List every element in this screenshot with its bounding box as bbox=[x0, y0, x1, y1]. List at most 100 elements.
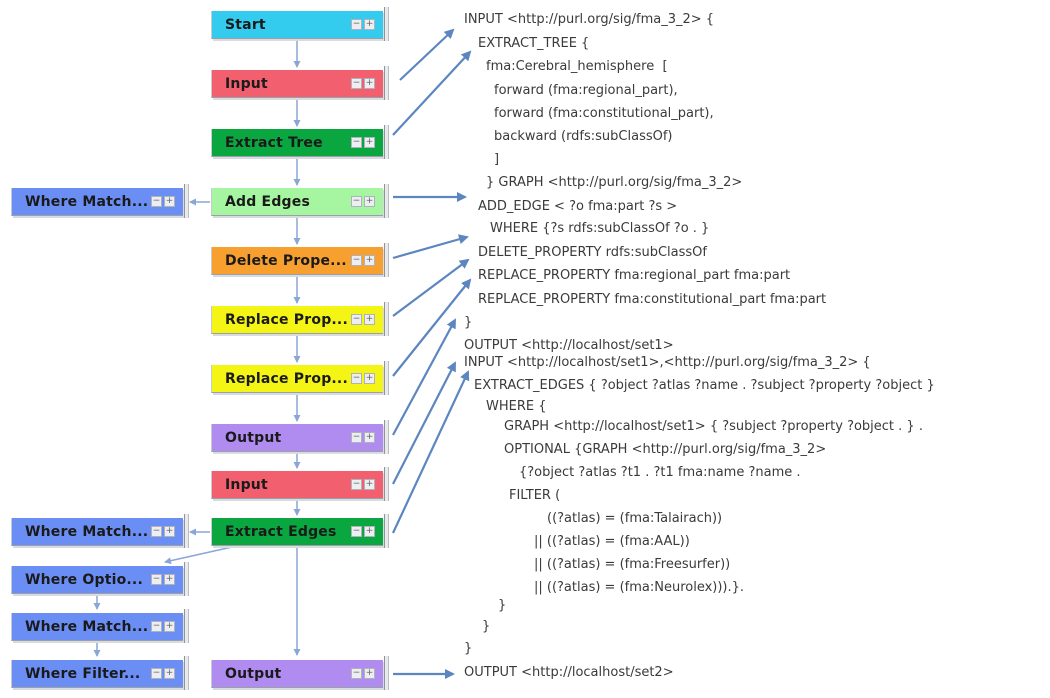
code-line: EXTRACT_EDGES { ?object ?atlas ?name . ?… bbox=[474, 378, 935, 393]
node-label: Where Match... bbox=[25, 619, 149, 635]
code-line: FILTER ( bbox=[509, 488, 561, 503]
expand-button[interactable]: + bbox=[364, 19, 375, 30]
node-label: Extract Tree bbox=[225, 135, 323, 151]
node-where-clause[interactable]: Where Optio... − + bbox=[11, 562, 189, 596]
code-link-arrow bbox=[392, 370, 470, 534]
expand-button[interactable]: + bbox=[364, 668, 375, 679]
collapse-button[interactable]: − bbox=[351, 19, 362, 30]
node-replace[interactable]: Replace Prop... − + bbox=[211, 361, 389, 395]
code-line: INPUT <http://purl.org/sig/fma_3_2> { bbox=[464, 12, 715, 27]
node-label: Where Match... bbox=[25, 194, 149, 210]
expand-button[interactable]: + bbox=[164, 196, 175, 207]
collapse-button[interactable]: − bbox=[351, 479, 362, 490]
code-line: || ((?atlas) = (fma:Freesurfer)) bbox=[534, 557, 731, 572]
code-line: forward (fma:constitutional_part), bbox=[494, 106, 714, 121]
node-where-clause[interactable]: Where Match... − + bbox=[11, 184, 189, 218]
node-label: Add Edges bbox=[225, 194, 310, 210]
expand-button[interactable]: + bbox=[364, 314, 375, 325]
code-line: REPLACE_PROPERTY fma:constitutional_part… bbox=[478, 292, 827, 307]
node-input[interactable]: Input − + bbox=[211, 66, 389, 100]
code-line: forward (fma:regional_part), bbox=[494, 83, 678, 98]
expand-button[interactable]: + bbox=[364, 432, 375, 443]
where-connector bbox=[164, 546, 233, 565]
expand-button[interactable]: + bbox=[164, 574, 175, 585]
expand-button[interactable]: + bbox=[364, 78, 375, 89]
collapse-button[interactable]: − bbox=[351, 196, 362, 207]
collapse-button[interactable]: − bbox=[151, 621, 162, 632]
expand-button[interactable]: + bbox=[364, 479, 375, 490]
expand-button[interactable]: + bbox=[164, 526, 175, 537]
code-link-arrow bbox=[392, 50, 472, 136]
collapse-button[interactable]: − bbox=[151, 574, 162, 585]
code-line: } bbox=[498, 598, 507, 613]
code-line: || ((?atlas) = (fma:Neurolex))).}. bbox=[534, 580, 745, 595]
collapse-button[interactable]: − bbox=[351, 314, 362, 325]
code-line: DELETE_PROPERTY rdfs:subClassOf bbox=[478, 245, 707, 260]
code-line: || ((?atlas) = (fma:AAL)) bbox=[534, 534, 690, 549]
code-line: WHERE { bbox=[486, 399, 547, 414]
node-extract[interactable]: Extract Tree − + bbox=[211, 125, 389, 159]
node-output[interactable]: Output − + bbox=[211, 656, 389, 690]
code-line: fma:Cerebral_hemisphere [ bbox=[486, 59, 668, 74]
code-line: ((?atlas) = (fma:Talairach)) bbox=[547, 511, 723, 526]
node-label: Output bbox=[225, 430, 282, 446]
node-label: Output bbox=[225, 666, 282, 682]
code-line: INPUT <http://localhost/set1>,<http://pu… bbox=[464, 355, 871, 370]
expand-button[interactable]: + bbox=[164, 621, 175, 632]
code-link-arrow bbox=[392, 258, 470, 317]
expand-button[interactable]: + bbox=[364, 196, 375, 207]
node-label: Replace Prop... bbox=[225, 312, 348, 328]
code-link-arrow bbox=[399, 28, 455, 81]
code-line: OPTIONAL {GRAPH <http://purl.org/sig/fma… bbox=[504, 442, 827, 457]
expand-button[interactable]: + bbox=[364, 255, 375, 266]
code-link-arrow bbox=[392, 234, 469, 260]
collapse-button[interactable]: − bbox=[351, 373, 362, 384]
node-label: Delete Prope... bbox=[225, 253, 347, 269]
collapse-button[interactable]: − bbox=[351, 78, 362, 89]
node-delete[interactable]: Delete Prope... − + bbox=[211, 243, 389, 277]
expand-button[interactable]: + bbox=[364, 373, 375, 384]
collapse-button[interactable]: − bbox=[351, 668, 362, 679]
collapse-button[interactable]: − bbox=[351, 255, 362, 266]
node-add-edges[interactable]: Add Edges − + bbox=[211, 184, 389, 218]
node-output[interactable]: Output − + bbox=[211, 420, 389, 454]
code-line: backward (rdfs:subClassOf) bbox=[494, 129, 673, 144]
node-label: Input bbox=[225, 477, 268, 493]
code-line: } bbox=[464, 641, 473, 656]
code-line: ] bbox=[494, 152, 500, 167]
node-label: Where Optio... bbox=[25, 572, 143, 588]
code-line: WHERE {?s rdfs:subClassOf ?o . } bbox=[490, 221, 710, 236]
code-line: OUTPUT <http://localhost/set1> bbox=[464, 338, 674, 353]
node-start[interactable]: Start − + bbox=[211, 7, 389, 41]
node-label: Where Filter... bbox=[25, 666, 141, 682]
code-line: } bbox=[464, 315, 473, 330]
expand-button[interactable]: + bbox=[364, 137, 375, 148]
code-line: GRAPH <http://localhost/set1> { ?subject… bbox=[504, 419, 923, 434]
collapse-button[interactable]: − bbox=[151, 668, 162, 679]
code-line: {?object ?atlas ?t1 . ?t1 fma:name ?name… bbox=[519, 465, 801, 480]
node-label: Where Match... bbox=[25, 524, 149, 540]
code-line: REPLACE_PROPERTY fma:regional_part fma:p… bbox=[478, 268, 791, 283]
code-line: OUTPUT <http://localhost/set2> bbox=[464, 665, 674, 680]
node-label: Start bbox=[225, 17, 266, 33]
collapse-button[interactable]: − bbox=[351, 432, 362, 443]
node-label: Extract Edges bbox=[225, 524, 337, 540]
expand-button[interactable]: + bbox=[364, 526, 375, 537]
node-replace[interactable]: Replace Prop... − + bbox=[211, 302, 389, 336]
node-where-clause[interactable]: Where Filter... − + bbox=[11, 656, 189, 690]
code-line: } bbox=[482, 619, 491, 634]
node-label: Input bbox=[225, 76, 268, 92]
code-line: } GRAPH <http://purl.org/sig/fma_3_2> bbox=[486, 175, 743, 190]
collapse-button[interactable]: − bbox=[351, 526, 362, 537]
node-label: Replace Prop... bbox=[225, 371, 348, 387]
node-where-clause[interactable]: Where Match... − + bbox=[11, 514, 189, 548]
node-input[interactable]: Input − + bbox=[211, 467, 389, 501]
collapse-button[interactable]: − bbox=[151, 526, 162, 537]
collapse-button[interactable]: − bbox=[351, 137, 362, 148]
collapse-button[interactable]: − bbox=[151, 196, 162, 207]
node-extract[interactable]: Extract Edges − + bbox=[211, 514, 389, 548]
code-line: ADD_EDGE < ?o fma:part ?s > bbox=[478, 199, 678, 214]
node-where-clause[interactable]: Where Match... − + bbox=[11, 609, 189, 643]
code-line: EXTRACT_TREE { bbox=[478, 36, 590, 51]
expand-button[interactable]: + bbox=[164, 668, 175, 679]
